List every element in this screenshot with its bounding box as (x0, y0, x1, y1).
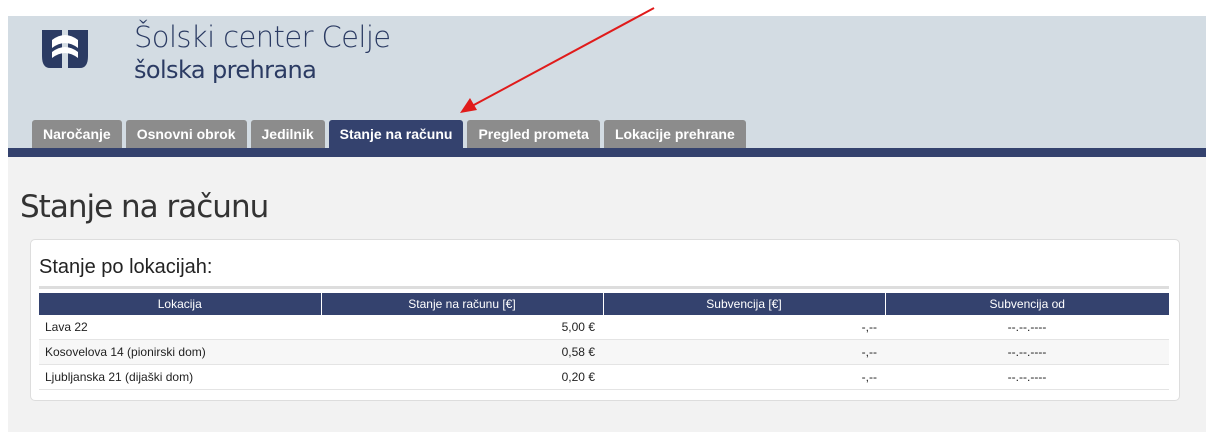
column-header-balance: Stanje na računu [€] (320, 293, 603, 315)
school-logo-icon (42, 30, 88, 68)
balance-panel: Stanje po lokacijah: Lokacija Stanje na … (30, 239, 1180, 401)
cell-subsidy: -,-- (603, 364, 885, 390)
panel-title: Stanje po lokacijah: (39, 256, 213, 278)
cell-subsidy-from: --.--.---- (885, 339, 1169, 365)
cell-subsidy: -,-- (603, 315, 885, 340)
cell-balance: 5,00 € (321, 315, 603, 340)
tab-stanje-na-racunu[interactable]: Stanje na računu (328, 120, 464, 148)
column-header-subsidy: Subvencija [€] (602, 293, 885, 315)
tab-narocanje[interactable]: Naročanje (32, 120, 122, 148)
tab-pregled-prometa[interactable]: Pregled prometa (467, 120, 600, 148)
table-row: Kosovelova 14 (pionirski dom) 0,58 € -,-… (39, 339, 1169, 365)
cell-balance: 0,20 € (321, 364, 603, 390)
column-header-location: Lokacija (39, 293, 321, 315)
cell-balance: 0,58 € (321, 339, 603, 365)
cell-subsidy: -,-- (603, 339, 885, 365)
table-row: Ljubljanska 21 (dijaški dom) 0,20 € -,--… (39, 364, 1169, 390)
brand-subtitle: šolska prehrana (134, 56, 317, 84)
table-row: Lava 22 5,00 € -,-- --.--.---- (39, 315, 1169, 340)
cell-location: Ljubljanska 21 (dijaški dom) (39, 364, 321, 390)
nav-underline-bar (8, 148, 1206, 157)
page-title: Stanje na računu (20, 189, 269, 225)
site-header: Šolski center Celje šolska prehrana Naro… (8, 16, 1206, 148)
tab-lokacije-prehrane[interactable]: Lokacije prehrane (603, 120, 746, 148)
panel-divider (39, 286, 1169, 289)
cell-subsidy-from: --.--.---- (885, 315, 1169, 340)
cell-location: Kosovelova 14 (pionirski dom) (39, 339, 321, 365)
cell-location: Lava 22 (39, 315, 321, 340)
balance-table: Lokacija Stanje na računu [€] Subvencija… (39, 293, 1169, 390)
cell-subsidy-from: --.--.---- (885, 364, 1169, 390)
tab-osnovni-obrok[interactable]: Osnovni obrok (125, 120, 247, 148)
brand-title: Šolski center Celje (134, 20, 391, 54)
main-nav-tabs: Naročanje Osnovni obrok Jedilnik Stanje … (32, 120, 746, 148)
main-content: Stanje na računu Stanje po lokacijah: Lo… (8, 157, 1206, 432)
tab-jedilnik[interactable]: Jedilnik (250, 120, 325, 148)
column-header-subsidy-from: Subvencija od (884, 293, 1169, 315)
table-header-row: Lokacija Stanje na računu [€] Subvencija… (39, 293, 1169, 315)
